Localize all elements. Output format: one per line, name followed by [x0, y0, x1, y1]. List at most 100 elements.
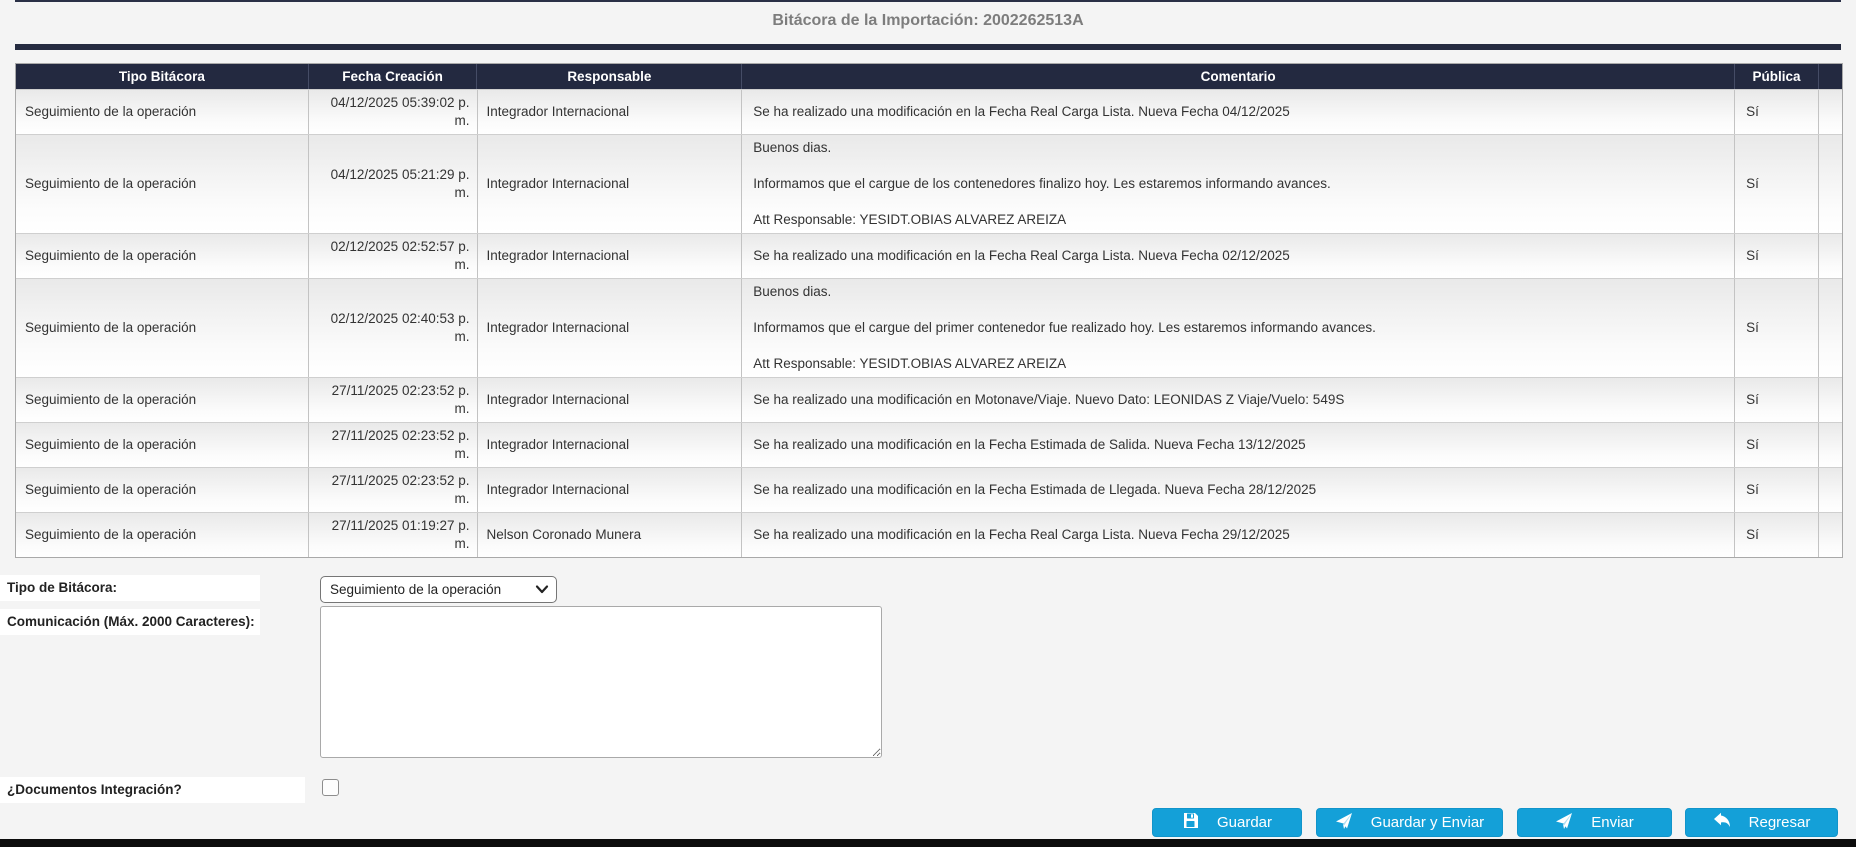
header-responsable: Responsable — [477, 64, 742, 89]
header-fecha-creacion: Fecha Creación — [309, 64, 478, 89]
cell-responsable: Integrador Internacional — [478, 90, 743, 134]
cell-tipo-bitacora: Seguimiento de la operación — [16, 468, 309, 512]
comentario-paragraph: Att Responsable: YESIDT.OBIAS ALVAREZ AR… — [753, 211, 1728, 229]
form-row-comunicacion: Comunicación (Máx. 2000 Caracteres): — [0, 609, 1000, 769]
enviar-button-label: Enviar — [1591, 814, 1634, 831]
cell-tipo-bitacora: Seguimiento de la operación — [16, 279, 309, 377]
guardar-y-enviar-button[interactable]: Guardar y Enviar — [1316, 808, 1503, 837]
documentos-integracion-checkbox[interactable] — [322, 779, 339, 796]
documentos-integracion-label: ¿Documentos Integración? — [0, 777, 305, 803]
table-row: Seguimiento de la operación27/11/2025 02… — [16, 377, 1842, 422]
cell-fecha-creacion: 02/12/2025 02:40:53 p. m. — [309, 279, 478, 377]
cell-publica: Sí — [1735, 468, 1819, 512]
cell-publica: Sí — [1735, 279, 1819, 377]
cell-spacer — [1819, 513, 1842, 557]
regresar-button[interactable]: Regresar — [1685, 808, 1838, 837]
cell-publica: Sí — [1735, 423, 1819, 467]
cell-fecha-creacion: 27/11/2025 02:23:52 p. m. — [309, 423, 478, 467]
bitacora-table: Tipo Bitácora Fecha Creación Responsable… — [15, 63, 1843, 558]
table-row: Seguimiento de la operación27/11/2025 01… — [16, 512, 1842, 557]
cell-spacer — [1819, 234, 1842, 278]
form-row-documentos: ¿Documentos Integración? — [0, 777, 1000, 807]
tipo-bitacora-label: Tipo de Bitácora: — [0, 575, 260, 601]
comentario-paragraph: Se ha realizado una modificación en la F… — [753, 526, 1728, 544]
cell-tipo-bitacora: Seguimiento de la operación — [16, 234, 309, 278]
table-row: Seguimiento de la operación27/11/2025 02… — [16, 467, 1842, 512]
save-icon — [1182, 812, 1199, 833]
table-row: Seguimiento de la operación02/12/2025 02… — [16, 278, 1842, 377]
cell-fecha-creacion: 04/12/2025 05:21:29 p. m. — [309, 135, 478, 233]
header-publica: Pública — [1735, 64, 1819, 89]
cell-tipo-bitacora: Seguimiento de la operación — [16, 513, 309, 557]
cell-responsable: Integrador Internacional — [478, 423, 743, 467]
cell-responsable: Integrador Internacional — [478, 135, 743, 233]
cell-spacer — [1819, 378, 1842, 422]
cell-comentario: Buenos dias. Informamos que el cargue de … — [742, 135, 1735, 233]
footer-bar — [0, 839, 1856, 847]
cell-tipo-bitacora: Seguimiento de la operación — [16, 135, 309, 233]
table-body: Seguimiento de la operación04/12/2025 05… — [16, 89, 1842, 557]
comunicacion-textarea[interactable] — [320, 606, 882, 758]
cell-publica: Sí — [1735, 378, 1819, 422]
cell-publica: Sí — [1735, 135, 1819, 233]
form-row-tipo: Tipo de Bitácora: Seguimiento de la oper… — [0, 575, 1000, 609]
cell-responsable: Integrador Internacional — [478, 279, 743, 377]
comunicacion-label: Comunicación (Máx. 2000 Caracteres): — [0, 609, 260, 635]
comentario-paragraph: Att Responsable: YESIDT.OBIAS ALVAREZ AR… — [753, 355, 1728, 373]
regresar-button-label: Regresar — [1749, 814, 1811, 831]
send-icon — [1555, 812, 1573, 834]
cell-comentario: Se ha realizado una modificación en la F… — [742, 423, 1735, 467]
bitacora-form: Tipo de Bitácora: Seguimiento de la oper… — [0, 575, 1000, 807]
guardar-y-enviar-button-label: Guardar y Enviar — [1371, 814, 1484, 831]
cell-responsable: Integrador Internacional — [478, 234, 743, 278]
cell-tipo-bitacora: Seguimiento de la operación — [16, 378, 309, 422]
cell-publica: Sí — [1735, 234, 1819, 278]
back-arrow-icon — [1713, 812, 1731, 834]
table-row: Seguimiento de la operación02/12/2025 02… — [16, 233, 1842, 278]
cell-spacer — [1819, 90, 1842, 134]
cell-fecha-creacion: 27/11/2025 02:23:52 p. m. — [309, 468, 478, 512]
header-spacer — [1819, 64, 1842, 89]
comentario-paragraph: Buenos dias. — [753, 283, 1728, 301]
cell-comentario: Se ha realizado una modificación en la F… — [742, 468, 1735, 512]
table-row: Seguimiento de la operación04/12/2025 05… — [16, 134, 1842, 233]
cell-publica: Sí — [1735, 90, 1819, 134]
guardar-button[interactable]: Guardar — [1152, 808, 1302, 837]
header-comentario: Comentario — [742, 64, 1735, 89]
cell-fecha-creacion: 02/12/2025 02:52:57 p. m. — [309, 234, 478, 278]
comentario-paragraph: Se ha realizado una modificación en Moto… — [753, 391, 1728, 409]
header-tipo-bitacora: Tipo Bitácora — [16, 64, 309, 89]
cell-fecha-creacion: 04/12/2025 05:39:02 p. m. — [309, 90, 478, 134]
cell-comentario: Se ha realizado una modificación en la F… — [742, 234, 1735, 278]
comentario-paragraph: Se ha realizado una modificación en la F… — [753, 436, 1728, 454]
cell-spacer — [1819, 135, 1842, 233]
cell-fecha-creacion: 27/11/2025 02:23:52 p. m. — [309, 378, 478, 422]
send-icon — [1335, 812, 1353, 834]
page-title: Bitácora de la Importación: 2002262513A — [0, 12, 1856, 30]
top-divider — [15, 0, 1841, 2]
cell-comentario: Se ha realizado una modificación en la F… — [742, 513, 1735, 557]
cell-comentario: Se ha realizado una modificación en la F… — [742, 90, 1735, 134]
cell-comentario: Se ha realizado una modificación en Moto… — [742, 378, 1735, 422]
bitacora-page: Bitácora de la Importación: 2002262513A … — [0, 0, 1856, 847]
enviar-button[interactable]: Enviar — [1517, 808, 1672, 837]
title-divider-bar — [15, 44, 1841, 50]
cell-responsable: Nelson Coronado Munera — [478, 513, 743, 557]
cell-tipo-bitacora: Seguimiento de la operación — [16, 423, 309, 467]
table-row: Seguimiento de la operación27/11/2025 02… — [16, 422, 1842, 467]
comentario-paragraph: Se ha realizado una modificación en la F… — [753, 247, 1728, 265]
tipo-bitacora-select[interactable]: Seguimiento de la operación — [320, 576, 557, 603]
comentario-paragraph: Informamos que el cargue de los contened… — [753, 175, 1728, 193]
cell-tipo-bitacora: Seguimiento de la operación — [16, 90, 309, 134]
table-row: Seguimiento de la operación04/12/2025 05… — [16, 89, 1842, 134]
cell-responsable: Integrador Internacional — [478, 468, 743, 512]
cell-publica: Sí — [1735, 513, 1819, 557]
cell-spacer — [1819, 279, 1842, 377]
comentario-paragraph: Se ha realizado una modificación en la F… — [753, 103, 1728, 121]
cell-comentario: Buenos dias.Informamos que el cargue del… — [742, 279, 1735, 377]
cell-spacer — [1819, 423, 1842, 467]
comentario-paragraph: Buenos dias. — [753, 139, 1728, 157]
cell-responsable: Integrador Internacional — [478, 378, 743, 422]
table-header-row: Tipo Bitácora Fecha Creación Responsable… — [16, 64, 1842, 89]
cell-spacer — [1819, 468, 1842, 512]
